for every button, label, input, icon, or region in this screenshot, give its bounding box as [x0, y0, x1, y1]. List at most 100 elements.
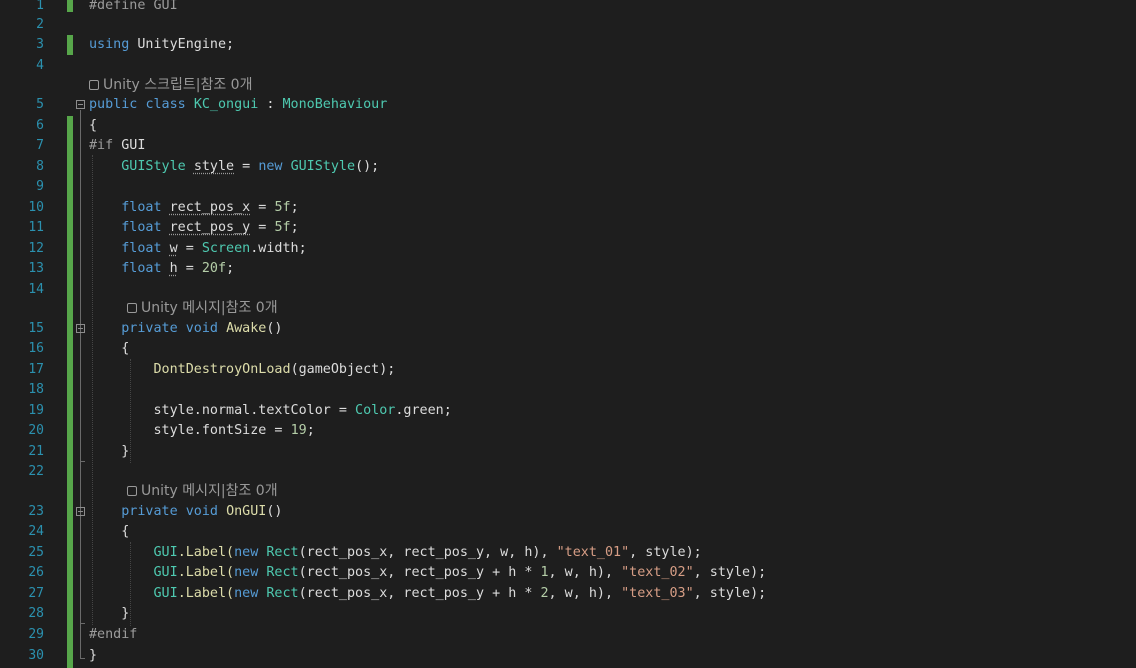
- unity-cube-icon: [127, 486, 137, 496]
- number: 5f: [274, 220, 291, 235]
- type: GUI: [153, 586, 178, 601]
- method-call: .Label(: [177, 565, 235, 580]
- line-number: 9: [36, 179, 44, 194]
- collapse-awake-icon[interactable]: [76, 324, 85, 333]
- code-line-19[interactable]: style.normal.textColor = Color.green;: [89, 401, 452, 421]
- arguments: (rect_pos_x, rect_pos_y + h *: [298, 565, 541, 580]
- line-number: 15: [28, 321, 44, 336]
- keyword: float: [121, 220, 162, 235]
- change-bar: [67, 116, 73, 668]
- code-line-3[interactable]: using UnityEngine;: [89, 35, 234, 55]
- punctuation: ;: [226, 261, 235, 276]
- code-line-15[interactable]: private void Awake(): [89, 319, 283, 339]
- number: 2: [540, 586, 549, 601]
- code-line-24[interactable]: {: [89, 522, 129, 542]
- code-line-21[interactable]: }: [89, 442, 129, 462]
- preprocessor-define: #define GUI: [89, 0, 178, 13]
- arguments: , style);: [693, 586, 767, 601]
- operator: =: [250, 220, 275, 235]
- punctuation: (): [266, 321, 283, 336]
- collapse-class-icon[interactable]: [76, 100, 85, 109]
- fold-line-end: [80, 658, 85, 659]
- keyword: public: [89, 97, 138, 112]
- keyword: new: [234, 545, 259, 560]
- change-bar: [67, 0, 73, 12]
- class-name: KC_ongui: [193, 97, 259, 112]
- code-line-12[interactable]: float w = Screen.width;: [89, 239, 307, 259]
- arguments: (rect_pos_x, rect_pos_y, w, h),: [298, 545, 557, 560]
- statement: style.normal.textColor =: [153, 403, 356, 418]
- line-number: 19: [28, 403, 44, 418]
- code-editor[interactable]: 1 2 3 4 5 6 7 8 9 10 11 12 13 14 15 16 1…: [0, 0, 1136, 668]
- arguments: , w, h),: [548, 586, 622, 601]
- line-number: 8: [36, 159, 44, 174]
- code-line-17[interactable]: DontDestroyOnLoad(gameObject);: [89, 360, 396, 380]
- type: Rect: [266, 565, 299, 580]
- code-line-16[interactable]: {: [89, 339, 129, 359]
- type: GUI: [153, 565, 178, 580]
- brace: }: [89, 648, 98, 663]
- line-number: 30: [28, 648, 44, 663]
- collapse-ongui-icon[interactable]: [76, 507, 85, 516]
- code-line-11[interactable]: float rect_pos_y = 5f;: [89, 218, 298, 238]
- codelens-ongui-references[interactable]: Unity 메시지|참조 0개: [127, 481, 278, 501]
- arguments: , w, h),: [548, 565, 622, 580]
- field-name: rect_pos_y: [169, 220, 251, 235]
- code-line-20[interactable]: style.fontSize = 19;: [89, 421, 315, 441]
- number: 19: [290, 423, 307, 438]
- line-number: 4: [36, 58, 44, 73]
- statement: style.fontSize =: [153, 423, 291, 438]
- codelens-awake-references[interactable]: Unity 메시지|참조 0개: [127, 298, 278, 318]
- field-name: h: [169, 261, 178, 276]
- type: Rect: [266, 586, 299, 601]
- code-line-28[interactable]: }: [89, 604, 129, 624]
- codelens-class-references[interactable]: Unity 스크립트|참조 0개: [89, 75, 252, 95]
- method-name: OnGUI: [226, 504, 267, 519]
- operator: =: [250, 200, 275, 215]
- type: GUI: [153, 545, 178, 560]
- code-line-7[interactable]: #if GUI: [89, 136, 145, 156]
- code-line-5[interactable]: public class KC_ongui : MonoBehaviour: [89, 95, 387, 115]
- brace: {: [89, 118, 98, 133]
- member-access: .width;: [250, 241, 307, 256]
- brace: }: [121, 444, 130, 459]
- arguments: , style);: [629, 545, 702, 560]
- number: 5f: [274, 200, 291, 215]
- code-line-6[interactable]: {: [89, 116, 97, 136]
- keyword: private: [121, 321, 178, 336]
- code-line-30[interactable]: }: [89, 646, 97, 666]
- line-number: 10: [28, 200, 44, 215]
- change-bar: [67, 35, 73, 55]
- type: Color: [355, 403, 396, 418]
- line-number: 14: [28, 282, 44, 297]
- code-line-25[interactable]: GUI.Label(new Rect(rect_pos_x, rect_pos_…: [89, 543, 702, 563]
- arguments: (rect_pos_x, rect_pos_y + h *: [298, 586, 541, 601]
- type: Rect: [266, 545, 299, 560]
- type: Screen: [201, 241, 251, 256]
- code-line-27[interactable]: GUI.Label(new Rect(rect_pos_x, rect_pos_…: [89, 584, 767, 604]
- code-line-23[interactable]: private void OnGUI(): [89, 502, 282, 522]
- preprocessor-if: #if: [89, 138, 114, 153]
- field-name: rect_pos_x: [169, 200, 251, 215]
- keyword: private: [121, 504, 178, 519]
- line-number: 7: [36, 138, 44, 153]
- punctuation: ();: [355, 159, 380, 174]
- method-call: .Label(: [177, 545, 235, 560]
- preprocessor-endif: #endif: [89, 627, 138, 642]
- method-name: Awake: [226, 321, 267, 336]
- code-line-8[interactable]: GUIStyle style = new GUIStyle();: [89, 157, 379, 177]
- code-line-29[interactable]: #endif: [89, 625, 137, 645]
- code-line-1[interactable]: #define GUI: [89, 0, 178, 16]
- line-number: 18: [28, 382, 44, 397]
- operator: =: [234, 159, 259, 174]
- base-class: MonoBehaviour: [282, 97, 388, 112]
- arguments: (gameObject);: [290, 362, 396, 377]
- type: GUIStyle: [121, 159, 186, 174]
- string-literal: "text_03": [621, 586, 694, 601]
- code-line-26[interactable]: GUI.Label(new Rect(rect_pos_x, rect_pos_…: [89, 563, 767, 583]
- code-line-13[interactable]: float h = 20f;: [89, 259, 234, 279]
- code-line-10[interactable]: float rect_pos_x = 5f;: [89, 198, 298, 218]
- operator: =: [177, 241, 202, 256]
- field-name: w: [169, 241, 178, 256]
- brace: {: [121, 341, 130, 356]
